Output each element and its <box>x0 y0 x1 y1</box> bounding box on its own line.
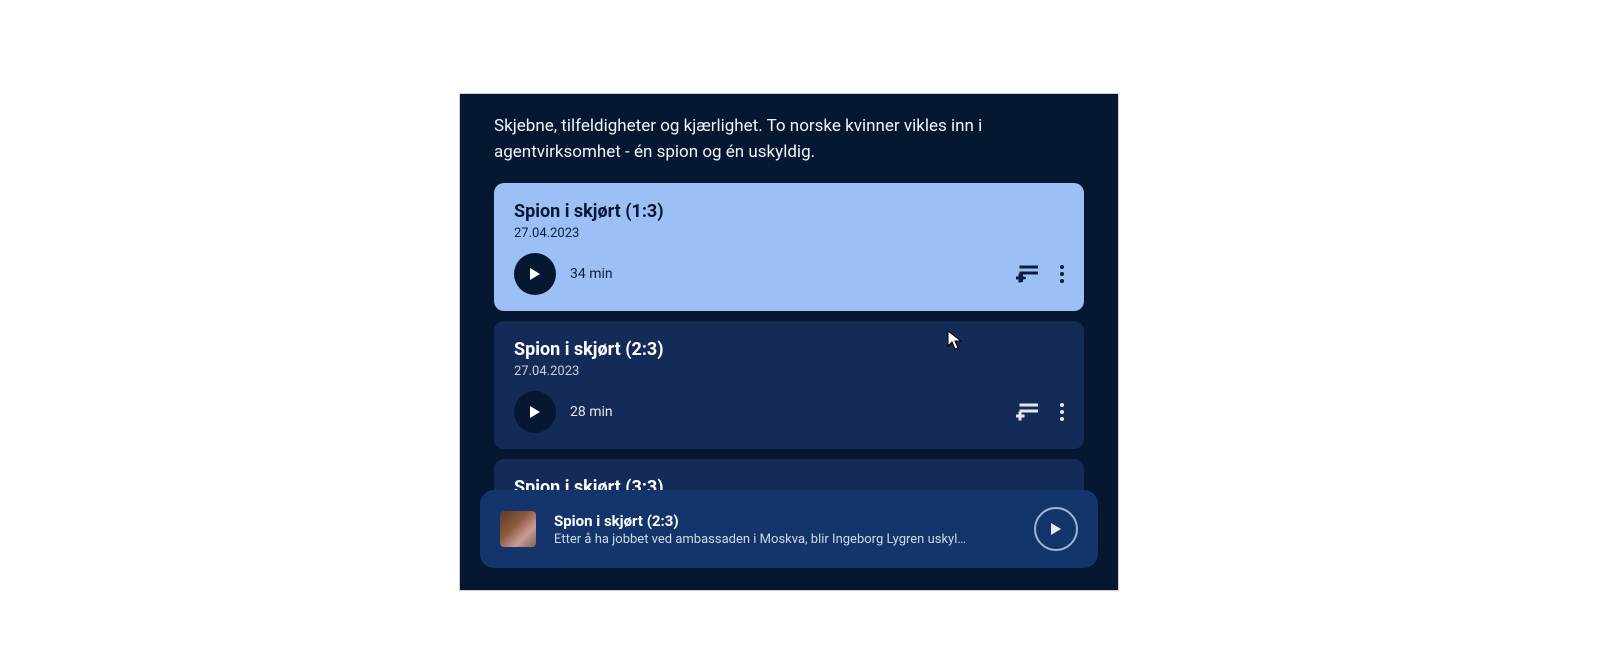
now-playing-play-button[interactable] <box>1034 507 1078 551</box>
podcast-app-window: Skjebne, tilfeldigheter og kjærlighet. T… <box>459 93 1119 591</box>
now-playing-bar[interactable]: Spion i skjørt (2:3) Etter å ha jobbet v… <box>480 490 1098 568</box>
more-options-icon[interactable] <box>1060 265 1064 283</box>
episode-date: 27.04.2023 <box>514 226 1064 241</box>
now-playing-thumbnail <box>500 511 536 547</box>
episode-card[interactable]: Spion i skjørt (2:3) 27.04.2023 28 min <box>494 321 1084 449</box>
series-description: Skjebne, tilfeldigheter og kjærlighet. T… <box>460 94 1118 165</box>
play-button[interactable] <box>514 391 556 433</box>
now-playing-subtitle: Etter å ha jobbet ved ambassaden i Moskv… <box>554 532 1020 547</box>
episode-card[interactable]: Spion i skjørt (1:3) 27.04.2023 34 min <box>494 183 1084 311</box>
add-to-queue-icon[interactable] <box>1016 265 1038 283</box>
episode-duration: 28 min <box>570 404 613 420</box>
more-options-icon[interactable] <box>1060 403 1064 421</box>
episode-title: Spion i skjørt (2:3) <box>514 339 1064 360</box>
episode-card[interactable]: Spion i skjørt (3:3) <box>494 459 1084 493</box>
episode-duration: 34 min <box>570 266 613 282</box>
add-to-queue-icon[interactable] <box>1016 403 1038 421</box>
now-playing-title: Spion i skjørt (2:3) <box>554 512 1020 530</box>
episode-title: Spion i skjørt (1:3) <box>514 201 1064 222</box>
play-button[interactable] <box>514 253 556 295</box>
episode-list: Spion i skjørt (1:3) 27.04.2023 34 min <box>460 165 1118 493</box>
episode-date: 27.04.2023 <box>514 364 1064 379</box>
